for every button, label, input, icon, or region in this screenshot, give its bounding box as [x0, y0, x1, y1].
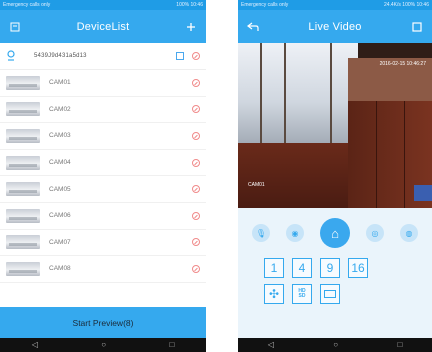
camera-thumbnail	[6, 235, 40, 250]
camera-thumbnail	[6, 182, 40, 197]
window-frame	[330, 43, 332, 143]
camera-row[interactable]: CAM02	[0, 97, 206, 124]
option-row: ✣ HD SD	[238, 284, 432, 304]
live-video-screen: Emergency calls only 24.4K/s 100% 10:46 …	[238, 0, 432, 352]
grid-9-button[interactable]: 9	[320, 258, 340, 278]
microphone-icon[interactable]: 🎙	[252, 224, 270, 242]
camera-name: CAM03	[49, 132, 71, 140]
delete-icon[interactable]	[192, 105, 200, 114]
delete-icon[interactable]	[192, 78, 200, 87]
delete-icon[interactable]	[192, 158, 200, 167]
cabinet-line	[404, 101, 405, 208]
camera-name: CAM04	[49, 159, 71, 167]
grid-1-button[interactable]: 1	[264, 258, 284, 278]
camera-row[interactable]: CAM03	[0, 123, 206, 150]
camera-name: CAM01	[49, 79, 71, 87]
grid-4-button[interactable]: 4	[292, 258, 312, 278]
title-bar: DeviceList	[0, 10, 206, 43]
home-nav-icon[interactable]: ○	[333, 341, 338, 349]
device-list: 5439J9d431a5d13 CAM01 CAM02 CAM03 CAM04 …	[0, 43, 206, 283]
grid-16-button[interactable]: 16	[348, 258, 368, 278]
edit-icon[interactable]	[176, 52, 184, 60]
delete-icon[interactable]	[192, 131, 200, 140]
webcam-icon	[7, 50, 15, 61]
fullscreen-icon[interactable]	[410, 20, 424, 34]
plus-icon	[187, 22, 195, 31]
status-text: Emergency calls only	[241, 2, 289, 8]
device-list-screen: Emergency calls only 100% 10:46 DeviceLi…	[0, 0, 206, 352]
camera-thumbnail	[6, 128, 40, 143]
camera-overlay-label: CAM01	[248, 182, 265, 188]
record-icon[interactable]: ◍	[400, 224, 418, 242]
device-uid: 5439J9d431a5d13	[34, 53, 87, 59]
camera-row[interactable]: CAM05	[0, 176, 206, 203]
camera-row[interactable]: CAM06	[0, 203, 206, 230]
video-icon	[324, 290, 336, 298]
nav-bar: ◁ ○ □	[238, 338, 432, 352]
camera-thumbnail	[6, 155, 40, 170]
video-floor	[238, 143, 348, 208]
ptz-control-icon[interactable]: ✣	[264, 284, 284, 304]
video-timestamp: 2016-02-15 10:46:27	[379, 61, 426, 67]
back-nav-icon[interactable]: ◁	[32, 341, 38, 349]
add-device-button[interactable]	[184, 20, 198, 34]
camera-row[interactable]: CAM04	[0, 150, 206, 177]
delete-icon[interactable]	[192, 185, 200, 194]
video-object	[414, 185, 432, 201]
camera-icon[interactable]: ◎	[366, 224, 384, 242]
camera-name: CAM06	[49, 212, 71, 220]
device-header-row[interactable]: 5439J9d431a5d13	[0, 43, 206, 70]
recents-nav-icon[interactable]: □	[397, 341, 402, 349]
status-right: 24.4K/s 100% 10:46	[383, 2, 429, 8]
camera-name: CAM02	[49, 105, 71, 113]
hd-sd-toggle[interactable]: HD SD	[292, 284, 312, 304]
delete-icon[interactable]	[192, 238, 200, 247]
status-bar: Emergency calls only 100% 10:46	[0, 0, 206, 10]
delete-icon[interactable]	[192, 264, 200, 273]
control-row: 🎙 ◉ ⌂ ◎ ◍	[238, 208, 432, 258]
grid-layout-row: 1 4 9 16	[238, 258, 432, 278]
camera-row[interactable]: CAM07	[0, 230, 206, 257]
status-text: Emergency calls only	[3, 2, 51, 8]
camera-row[interactable]: CAM08	[0, 256, 206, 283]
camera-thumbnail	[6, 208, 40, 223]
camera-row[interactable]: CAM01	[0, 70, 206, 97]
page-title: Live Video	[308, 20, 362, 33]
sd-label: SD	[298, 293, 306, 299]
status-right: 100% 10:46	[176, 2, 203, 8]
nav-bar: ◁ ○ □	[0, 338, 206, 352]
speaker-icon[interactable]: ◉	[286, 224, 304, 242]
video-window-area	[238, 43, 358, 143]
start-preview-button[interactable]: Start Preview(8)	[0, 307, 206, 338]
status-bar: Emergency calls only 24.4K/s 100% 10:46	[238, 0, 432, 10]
camera-name: CAM05	[49, 185, 71, 193]
back-icon[interactable]	[246, 20, 260, 34]
home-nav-icon[interactable]: ○	[101, 341, 106, 349]
home-icon[interactable]: ⌂	[320, 218, 350, 248]
camera-thumbnail	[6, 261, 40, 276]
window-frame	[284, 43, 286, 143]
cabinet-line	[376, 101, 377, 208]
delete-icon[interactable]	[192, 211, 200, 220]
window-frame	[260, 43, 262, 143]
recents-nav-icon[interactable]: □	[169, 341, 174, 349]
delete-icon[interactable]	[192, 52, 200, 60]
camera-thumbnail	[6, 102, 40, 117]
back-nav-icon[interactable]: ◁	[268, 341, 274, 349]
camera-name: CAM08	[49, 265, 71, 273]
title-bar: Live Video	[238, 10, 432, 43]
page-title: DeviceList	[76, 20, 130, 33]
settings-icon[interactable]	[8, 20, 22, 34]
live-video-view[interactable]: 2016-02-15 10:46:27 CAM01	[238, 43, 432, 208]
control-panel: 🎙 ◉ ⌂ ◎ ◍ 1 4 9 16 ✣ HD SD	[238, 208, 432, 338]
camera-thumbnail	[6, 75, 40, 90]
camera-name: CAM07	[49, 238, 71, 246]
video-record-icon[interactable]	[320, 284, 340, 304]
